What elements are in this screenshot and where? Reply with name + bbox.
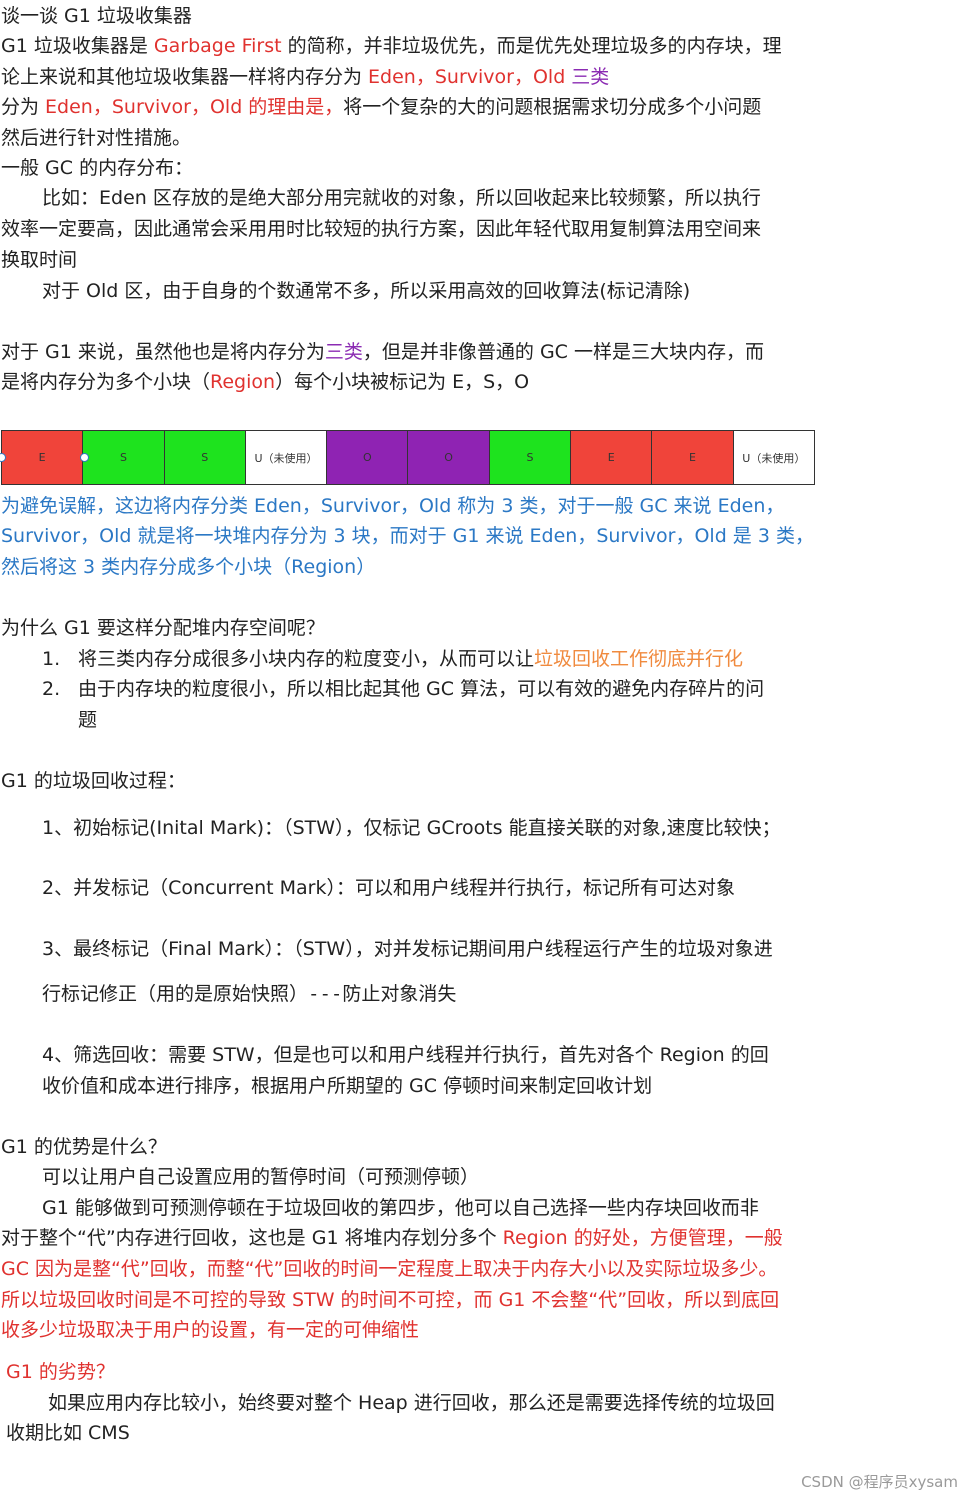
eden-paragraph-line-3: 换取时间 — [1, 249, 78, 271]
highlight-parallel: 垃圾回收工作彻底并行化 — [534, 648, 744, 670]
gc-layout-heading: 一般 GC 的内存分布： — [1, 157, 194, 179]
intro-line-3: 分为 Eden，Survivor，Old 的理由是，将一个复杂的大的问题根据需求… — [1, 93, 761, 123]
old-paragraph: 对于 Old 区，由于自身的个数通常不多，所以采用高效的回收算法(标记清除) — [42, 280, 691, 302]
intro-text: 将一个复杂的大的问题根据需求切分成多个小问题 — [343, 96, 762, 118]
step-3-dashes: --- — [308, 983, 343, 1005]
process-step-4-cont: 收价值和成本进行排序，根据用户所期望的 GC 停顿时间来制定回收计划 — [42, 1075, 653, 1097]
article-title: 谈一谈 G1 垃圾收集器 — [1, 5, 192, 27]
advantages-p2-line-1: G1 能够做到可预测停顿在于垃圾回收的第四步，他可以自己选择一些内存块回收而非 — [42, 1197, 759, 1219]
region-cell-unused: U（未使用） — [245, 431, 328, 484]
why-item-2: 2. 由于内存块的粒度很小，所以相比起其他 GC 算法，可以有效的避免内存碎片的… — [42, 675, 764, 705]
clarify-line-1: 为避免误解，这边将内存分类 Eden，Survivor，Old 称为 3 类，对… — [1, 495, 785, 517]
advantages-p1: 可以让用户自己设置应用的暂停时间（可预测停顿） — [42, 1166, 480, 1188]
list-number: 2. — [42, 678, 61, 700]
process-heading: G1 的垃圾回收过程： — [1, 770, 186, 792]
clarify-line-3: 然后将这 3 类内存分成多个小块（Region） — [1, 556, 376, 578]
eden-paragraph-line-1: 比如：Eden 区存放的是绝大部分用完就收的对象，所以回收起来比较频繁，所以执行 — [42, 187, 761, 209]
region-cell-survivor: S — [164, 431, 246, 484]
region-diagram: E S S U（未使用） O O S E E U（未使用） — [1, 430, 815, 485]
advantages-p2-line-5: 收多少垃圾取决于用户的设置，有一定的可伸缩性 — [1, 1319, 420, 1341]
intro-text: G1 垃圾收集器是 — [1, 35, 154, 57]
highlight-region: Region — [210, 371, 276, 393]
eden-paragraph-line-2: 效率一定要高，因此通常会采用用时比较短的执行方案，因此年轻代取用复制算法用空间来 — [1, 218, 762, 240]
g1-regions-text: 对于 G1 来说，虽然他也是将内存分为 — [1, 341, 325, 363]
region-cell-eden: E — [2, 431, 84, 484]
process-step-4: 4、筛选回收：需要 STW，但是也可以和用户线程并行执行，首先对各个 Regio… — [42, 1044, 769, 1066]
region-cell-eden: E — [571, 431, 653, 484]
intro-line-4: 然后进行针对性措施。 — [1, 127, 192, 149]
region-cell-old: O — [408, 431, 490, 484]
why-item-2-text: 由于内存块的粒度很小，所以相比起其他 GC 算法，可以有效的避免内存碎片的问 — [78, 678, 765, 700]
region-cell-survivor: S — [83, 431, 165, 484]
advantages-text: 对于整个“代”内存进行回收，这也是 G1 将堆内存划分多个 — [1, 1227, 503, 1249]
intro-line-2: 论上来说和其他垃圾收集器一样将内存分为 Eden，Survivor，Old 三类 — [1, 63, 609, 93]
clarify-line-2: Survivor，Old 就是将一块堆内存分为 3 块，而对于 G1 来说 Ed… — [1, 525, 814, 547]
intro-text: 分为 — [1, 96, 46, 118]
intro-text: 论上来说和其他垃圾收集器一样将内存分为 — [1, 66, 369, 88]
why-item-1-plain: 将三类内存分成很多小块内存的粒度变小，从而可以让 — [78, 648, 535, 670]
highlight-reason: Eden，Survivor，Old 的理由是， — [45, 96, 344, 118]
why-item-1-text: 将三类内存分成很多小块内存的粒度变小，从而可以让垃圾回收工作彻底并行化 — [78, 645, 743, 673]
csdn-watermark: CSDN @程序员xysam — [801, 1473, 958, 1491]
advantages-p2-line-2: 对于整个“代”内存进行回收，这也是 G1 将堆内存划分多个 Region 的好处… — [1, 1224, 783, 1254]
why-item-2-cont: 题 — [78, 709, 98, 731]
disadvantages-line-1: 如果应用内存比较小，始终要对整个 Heap 进行回收，那么还是需要选择传统的垃圾… — [48, 1392, 775, 1414]
g1-regions-text: ，但是并非像普通的 GC 一样是三大块内存，而 — [362, 341, 764, 363]
process-step-3-cont: 行标记修正（用的是原始快照）---防止对象消失 — [42, 980, 456, 1010]
highlight-garbage-first: Garbage First — [153, 35, 282, 57]
g1-regions-line-2: 是将内存分为多个小块（Region）每个小块被标记为 E，S，O — [1, 368, 529, 398]
why-heading: 为什么 G1 要这样分配堆内存空间呢？ — [1, 617, 325, 639]
selection-handle-right[interactable] — [80, 453, 89, 462]
why-item-1: 1. 将三类内存分成很多小块内存的粒度变小，从而可以让垃圾回收工作彻底并行化 — [42, 645, 743, 675]
g1-regions-text: 是将内存分为多个小块（ — [1, 371, 211, 393]
g1-regions-text: ）每个小块被标记为 E，S，O — [275, 371, 530, 393]
process-step-1: 1、初始标记(Inital Mark)：（STW），仅标记 GCroots 能直… — [42, 817, 781, 839]
disadvantages-line-2: 收期比如 CMS — [6, 1422, 130, 1444]
region-cell-survivor: S — [489, 431, 572, 484]
highlight-region-benefit: Region 的好处，方便管理，一般 — [502, 1227, 783, 1249]
region-cell-old: O — [327, 431, 409, 484]
step-3-text: 防止对象消失 — [342, 983, 457, 1005]
region-cell-eden: E — [652, 431, 734, 484]
process-step-2: 2、并发标记（Concurrent Mark）：可以和用户线程并行执行，标记所有… — [42, 877, 735, 899]
list-number: 1. — [42, 648, 61, 670]
highlight-three-types: 三类 — [324, 341, 363, 363]
region-cell-unused: U（未使用） — [733, 431, 814, 484]
g1-regions-line-1: 对于 G1 来说，虽然他也是将内存分为三类，但是并非像普通的 GC 一样是三大块… — [1, 338, 764, 368]
step-3-text: 行标记修正（用的是原始快照） — [42, 983, 309, 1005]
intro-text: 的简称，并非垃圾优先，而是优先处理垃圾多的内存块，理 — [281, 35, 782, 57]
highlight-memory-areas: Eden，Survivor，Old — [368, 66, 566, 88]
process-step-3: 3、最终标记（Final Mark）：（STW），对并发标记期间用户线程运行产生… — [42, 938, 773, 960]
advantages-p2-line-4: 所以垃圾回收时间是不可控的导致 STW 的时间不可控，而 G1 不会整“代”回收… — [1, 1289, 780, 1311]
advantages-heading: G1 的优势是什么？ — [1, 1136, 167, 1158]
disadvantages-heading: G1 的劣势？ — [6, 1361, 115, 1383]
advantages-p2-line-3: GC 因为是整“代”回收，而整“代”回收的时间一定程度上取决于内存大小以及实际垃… — [1, 1258, 778, 1280]
highlight-three-types: 三类 — [565, 66, 610, 88]
intro-line-1: G1 垃圾收集器是 Garbage First 的简称，并非垃圾优先，而是优先处… — [1, 32, 782, 62]
